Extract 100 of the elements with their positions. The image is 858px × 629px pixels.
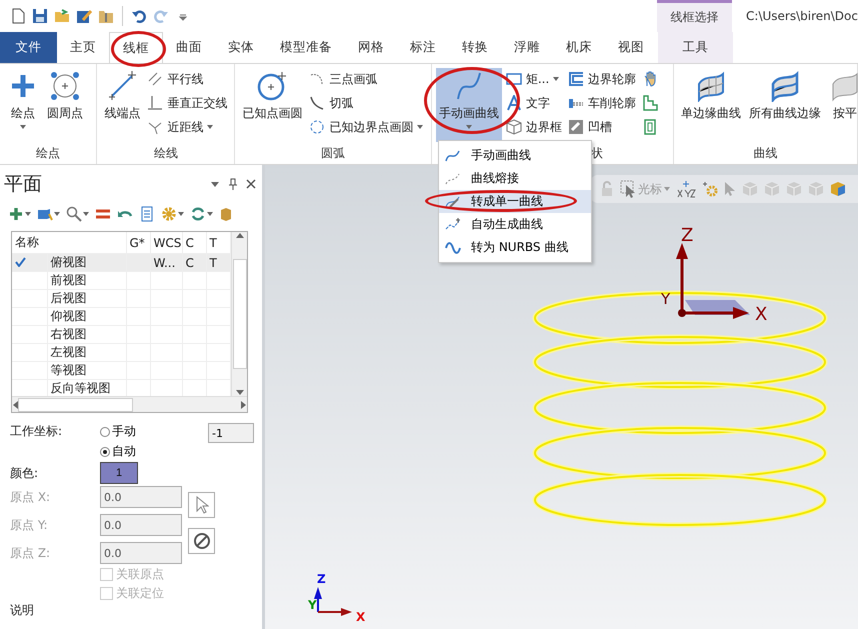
perpendicular-icon	[147, 95, 164, 111]
caret-icon	[466, 125, 472, 129]
radio-button[interactable]: 手动	[100, 423, 136, 440]
coordinates-icon[interactable]	[676, 180, 696, 198]
table-cell: 右视图	[50, 327, 86, 341]
ribbon-button[interactable]: 边界轮廓	[566, 68, 638, 90]
gear-icon[interactable]	[702, 181, 718, 197]
color-button[interactable]: 1	[100, 462, 138, 484]
vertical-scrollbar[interactable]	[231, 232, 247, 396]
circle-points-icon	[49, 70, 81, 102]
ribbon-tab[interactable]: 工具	[658, 32, 733, 63]
radio-button[interactable]: 自动	[100, 443, 136, 460]
ribbon-button[interactable]: 绘点	[4, 68, 42, 142]
menu-item[interactable]: 曲线熔接	[439, 167, 591, 190]
caret-icon	[417, 125, 424, 129]
toolbar-button[interactable]	[190, 206, 213, 222]
ribbon-button[interactable]: 平行线	[145, 68, 230, 90]
select-button[interactable]	[188, 492, 215, 518]
caret-icon	[553, 77, 560, 81]
menu-item[interactable]: 转为 NURBS 曲线	[439, 236, 591, 259]
ribbon-tab[interactable]: 转换	[449, 32, 501, 63]
input-field[interactable]: -1	[208, 423, 254, 443]
table-cell: 俯视图	[50, 255, 86, 269]
toolbar-button[interactable]	[139, 206, 155, 222]
group-label: 曲线	[754, 144, 778, 162]
ribbon-tab[interactable]: 实体	[215, 32, 267, 63]
ribbon-tab[interactable]: 标注	[397, 32, 449, 63]
save-edit-icon[interactable]	[76, 8, 92, 24]
ribbon-button[interactable]: 矩...	[504, 68, 564, 90]
groove-icon	[568, 119, 584, 135]
document-icon	[139, 206, 155, 222]
close-icon[interactable]	[246, 179, 256, 189]
search-icon	[66, 206, 82, 222]
letter-icon	[506, 95, 522, 111]
caret-icon	[178, 212, 184, 216]
frame-icon	[642, 119, 658, 135]
pin-icon[interactable]	[228, 178, 238, 190]
cursor-icon	[620, 180, 636, 198]
field-label: 原点 X:	[10, 488, 52, 506]
left-arrow-icon	[12, 400, 18, 408]
clear-button[interactable]	[188, 528, 215, 554]
table-cell: 后视图	[50, 291, 86, 305]
toolbar-button[interactable]	[37, 206, 60, 222]
ribbon-button[interactable]: 边界框	[504, 116, 564, 138]
folder-icon[interactable]	[54, 8, 70, 24]
ribbon-button[interactable]: 近距线	[145, 116, 230, 138]
axis-label: Z	[681, 225, 694, 246]
plus-icon	[8, 206, 24, 222]
line-icon	[106, 70, 138, 102]
ribbon-button[interactable]: 按平	[826, 68, 858, 142]
axis-label: Z	[317, 572, 326, 586]
menu-item[interactable]: 自动生成曲线	[439, 213, 591, 236]
context-tab-group-label: 线框选择	[657, 0, 732, 32]
archive-icon[interactable]	[98, 8, 114, 24]
field-label: 原点 Z:	[10, 544, 52, 562]
ribbon-button[interactable]: 车削轮廓	[566, 92, 638, 114]
panel-title: 平面	[4, 172, 43, 197]
ribbon-button[interactable]: 单边缘曲线	[678, 68, 744, 142]
cube-icon[interactable]	[830, 181, 846, 197]
ribbon-button[interactable]: 凹槽	[566, 116, 638, 138]
ribbon-button[interactable]: 所有曲线边缘	[746, 68, 824, 142]
dropdown-icon[interactable]	[210, 180, 220, 188]
gear-icon	[161, 206, 177, 222]
ribbon-button[interactable]: 文字	[504, 92, 564, 114]
ribbon-button[interactable]: 垂直正交线	[145, 92, 230, 114]
ribbon-button[interactable]: 线端点	[101, 68, 144, 142]
ribbon-button[interactable]: 切弧	[307, 92, 426, 114]
ribbon-button[interactable]: 圆周点	[44, 68, 86, 142]
table-cell: T	[210, 256, 217, 270]
caret-icon	[83, 212, 89, 216]
undo-icon[interactable]	[131, 8, 147, 24]
file-menu-tab[interactable]: 文件	[0, 32, 57, 63]
horizontal-scrollbar[interactable]	[12, 396, 247, 412]
flag-icon	[37, 206, 53, 222]
ribbon-tab[interactable]: 网格	[345, 32, 397, 63]
table-cell: 仰视图	[50, 309, 86, 323]
ribbon-tab[interactable]: 视图	[605, 32, 657, 63]
menu-item[interactable]: 手动画曲线	[439, 144, 591, 167]
ribbon-tab[interactable]: 模型准备	[267, 32, 345, 63]
cube-icon	[506, 119, 522, 135]
caret-icon	[664, 187, 670, 191]
window-title: C:\Users\biren\Doc	[745, 8, 858, 25]
ribbon-tab[interactable]: 曲面	[163, 32, 215, 63]
axis-label: Y	[308, 598, 317, 612]
ribbon-button[interactable]: 已知边界点画圆	[307, 116, 426, 138]
field-label: 颜色:	[10, 464, 40, 482]
ribbon-tab[interactable]: 主页	[57, 32, 109, 63]
document-icon[interactable]	[10, 8, 26, 24]
caret-icon	[54, 212, 60, 216]
toolbar-button[interactable]	[161, 206, 184, 222]
ribbon-button[interactable]: 已知点画圆	[239, 68, 306, 142]
save-icon[interactable]	[32, 8, 48, 24]
up-arrow-icon	[236, 232, 244, 238]
toolbar-button[interactable]	[8, 206, 31, 222]
right-arrow-icon	[241, 400, 247, 408]
ribbon-tab[interactable]: 浮雕	[501, 32, 553, 63]
ribbon-button[interactable]: 三点画弧	[307, 68, 426, 90]
ribbon-button[interactable]: 手动画曲线	[436, 68, 502, 142]
toolbar-button[interactable]	[66, 206, 89, 222]
ribbon-tab[interactable]: 机床	[553, 32, 605, 63]
